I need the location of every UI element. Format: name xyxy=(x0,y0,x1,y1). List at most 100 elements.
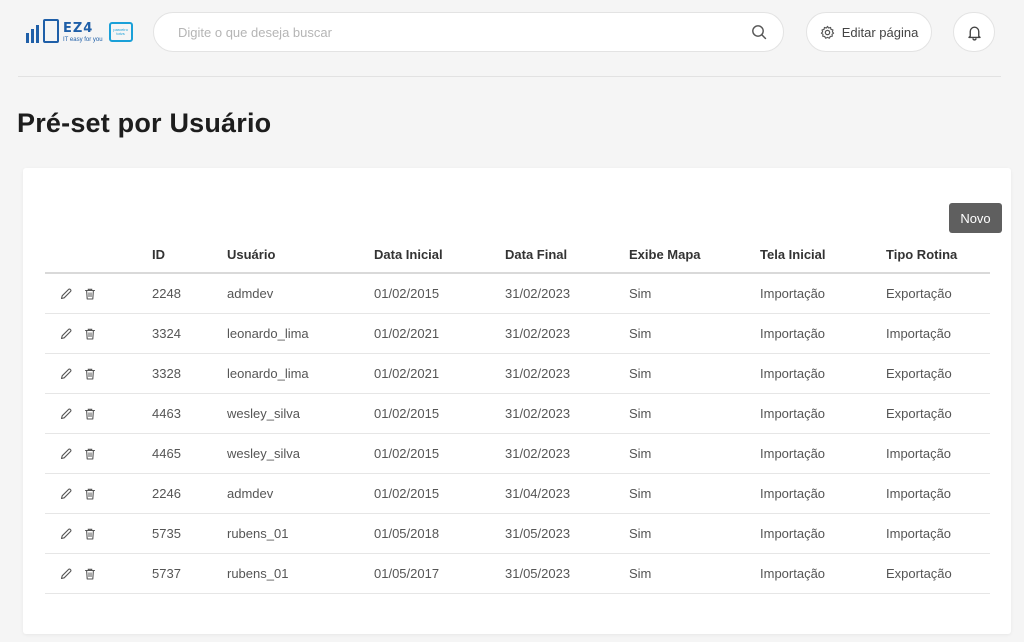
column-header-exibe-mapa[interactable]: Exibe Mapa xyxy=(629,236,760,274)
column-header-data-inicial[interactable]: Data Inicial xyxy=(374,236,505,274)
cell-id: 3324 xyxy=(152,313,227,354)
row-actions xyxy=(45,313,152,354)
cell-tela-inicial: Importação xyxy=(760,513,886,554)
cell-id: 3328 xyxy=(152,353,227,394)
cell-data-inicial: 01/05/2017 xyxy=(374,553,505,594)
cell-id: 2246 xyxy=(152,473,227,514)
cell-data-final: 31/02/2023 xyxy=(505,273,629,314)
table-row[interactable]: 3324 leonardo_lima 01/02/2021 31/02/2023… xyxy=(45,313,990,354)
row-actions xyxy=(45,553,152,594)
cell-tipo-rotina: Importação xyxy=(886,433,990,474)
cell-data-inicial: 01/02/2015 xyxy=(374,473,505,514)
table-row[interactable]: 4463 wesley_silva 01/02/2015 31/02/2023 … xyxy=(45,393,990,434)
search-icon[interactable] xyxy=(751,24,767,40)
cell-tipo-rotina: Importação xyxy=(886,513,990,554)
edit-icon[interactable] xyxy=(59,527,73,541)
ez4-logo[interactable]: EZ4 IT easy for you parceiro totvs xyxy=(26,17,146,47)
search-bar[interactable] xyxy=(153,12,784,52)
cell-exibe-mapa: Sim xyxy=(629,353,760,394)
cell-exibe-mapa: Sim xyxy=(629,553,760,594)
cell-data-final: 31/02/2023 xyxy=(505,433,629,474)
cell-exibe-mapa: Sim xyxy=(629,273,760,314)
edit-icon[interactable] xyxy=(59,367,73,381)
cell-tipo-rotina: Importação xyxy=(886,313,990,354)
column-header-id[interactable]: ID xyxy=(152,236,227,274)
edit-icon[interactable] xyxy=(59,287,73,301)
cell-tela-inicial: Importação xyxy=(760,353,886,394)
preset-table: ID Usuário Data Inicial Data Final Exibe… xyxy=(45,236,990,594)
row-actions xyxy=(45,353,152,394)
cell-tipo-rotina: Exportação xyxy=(886,353,990,394)
cell-usuario: wesley_silva xyxy=(227,433,374,474)
edit-icon[interactable] xyxy=(59,567,73,581)
edit-icon[interactable] xyxy=(59,487,73,501)
cell-usuario: leonardo_lima xyxy=(227,313,374,354)
cell-usuario: leonardo_lima xyxy=(227,353,374,394)
cell-tela-inicial: Importação xyxy=(760,273,886,314)
cell-data-final: 31/02/2023 xyxy=(505,353,629,394)
row-actions xyxy=(45,273,152,314)
cell-data-final: 31/02/2023 xyxy=(505,393,629,434)
edit-page-button[interactable]: Editar página xyxy=(806,12,932,52)
delete-icon[interactable] xyxy=(83,447,97,461)
delete-icon[interactable] xyxy=(83,327,97,341)
top-bar: EZ4 IT easy for you parceiro totvs Edita… xyxy=(0,0,1024,66)
content-card: Novo ID Usuário Data Inicial Data Final … xyxy=(23,168,1011,634)
cell-exibe-mapa: Sim xyxy=(629,393,760,434)
table-row[interactable]: 2246 admdev 01/02/2015 31/04/2023 Sim Im… xyxy=(45,473,990,514)
cell-usuario: rubens_01 xyxy=(227,553,374,594)
cell-data-inicial: 01/02/2015 xyxy=(374,393,505,434)
cell-tela-inicial: Importação xyxy=(760,393,886,434)
column-header-usuario[interactable]: Usuário xyxy=(227,236,374,274)
gear-icon xyxy=(820,25,834,39)
row-actions xyxy=(45,433,152,474)
edit-icon[interactable] xyxy=(59,407,73,421)
page-title: Pré-set por Usuário xyxy=(17,108,272,138)
notifications-button[interactable] xyxy=(953,12,995,52)
cell-id: 5737 xyxy=(152,553,227,594)
column-header-data-final[interactable]: Data Final xyxy=(505,236,629,274)
cell-usuario: admdev xyxy=(227,273,374,314)
logo-text: EZ4 xyxy=(63,20,94,36)
cell-data-inicial: 01/02/2015 xyxy=(374,273,505,314)
edit-icon[interactable] xyxy=(59,327,73,341)
row-actions xyxy=(45,393,152,434)
cell-tipo-rotina: Exportação xyxy=(886,553,990,594)
search-input[interactable] xyxy=(176,23,740,41)
table-body: 2248 admdev 01/02/2015 31/02/2023 Sim Im… xyxy=(45,273,990,594)
table-row[interactable]: 3328 leonardo_lima 01/02/2021 31/02/2023… xyxy=(45,353,990,394)
logo-tagline: IT easy for you xyxy=(63,36,103,43)
cell-data-final: 31/05/2023 xyxy=(505,513,629,554)
delete-icon[interactable] xyxy=(83,407,97,421)
delete-icon[interactable] xyxy=(83,567,97,581)
cell-tipo-rotina: Exportação xyxy=(886,273,990,314)
cell-exibe-mapa: Sim xyxy=(629,313,760,354)
table-row[interactable]: 2248 admdev 01/02/2015 31/02/2023 Sim Im… xyxy=(45,273,990,314)
table-row[interactable]: 4465 wesley_silva 01/02/2015 31/02/2023 … xyxy=(45,433,990,474)
new-button[interactable]: Novo xyxy=(949,203,1002,233)
cell-usuario: admdev xyxy=(227,473,374,514)
cell-data-inicial: 01/02/2015 xyxy=(374,433,505,474)
cell-id: 4463 xyxy=(152,393,227,434)
column-header-tipo-rotina[interactable]: Tipo Rotina xyxy=(886,236,990,274)
edit-icon[interactable] xyxy=(59,447,73,461)
delete-icon[interactable] xyxy=(83,487,97,501)
cell-tela-inicial: Importação xyxy=(760,313,886,354)
delete-icon[interactable] xyxy=(83,287,97,301)
cell-data-inicial: 01/05/2018 xyxy=(374,513,505,554)
cell-exibe-mapa: Sim xyxy=(629,473,760,514)
edit-page-label: Editar página xyxy=(841,24,919,40)
table-row[interactable]: 5737 rubens_01 01/05/2017 31/05/2023 Sim… xyxy=(45,553,990,594)
cell-data-inicial: 01/02/2021 xyxy=(374,313,505,354)
delete-icon[interactable] xyxy=(83,527,97,541)
row-actions xyxy=(45,473,152,514)
table-row[interactable]: 5735 rubens_01 01/05/2018 31/05/2023 Sim… xyxy=(45,513,990,554)
cell-tela-inicial: Importação xyxy=(760,433,886,474)
logo-mark-icon xyxy=(26,19,59,43)
bell-icon xyxy=(967,26,981,41)
cell-usuario: rubens_01 xyxy=(227,513,374,554)
cell-data-final: 31/04/2023 xyxy=(505,473,629,514)
cell-id: 2248 xyxy=(152,273,227,314)
column-header-tela-inicial[interactable]: Tela Inicial xyxy=(760,236,886,274)
delete-icon[interactable] xyxy=(83,367,97,381)
